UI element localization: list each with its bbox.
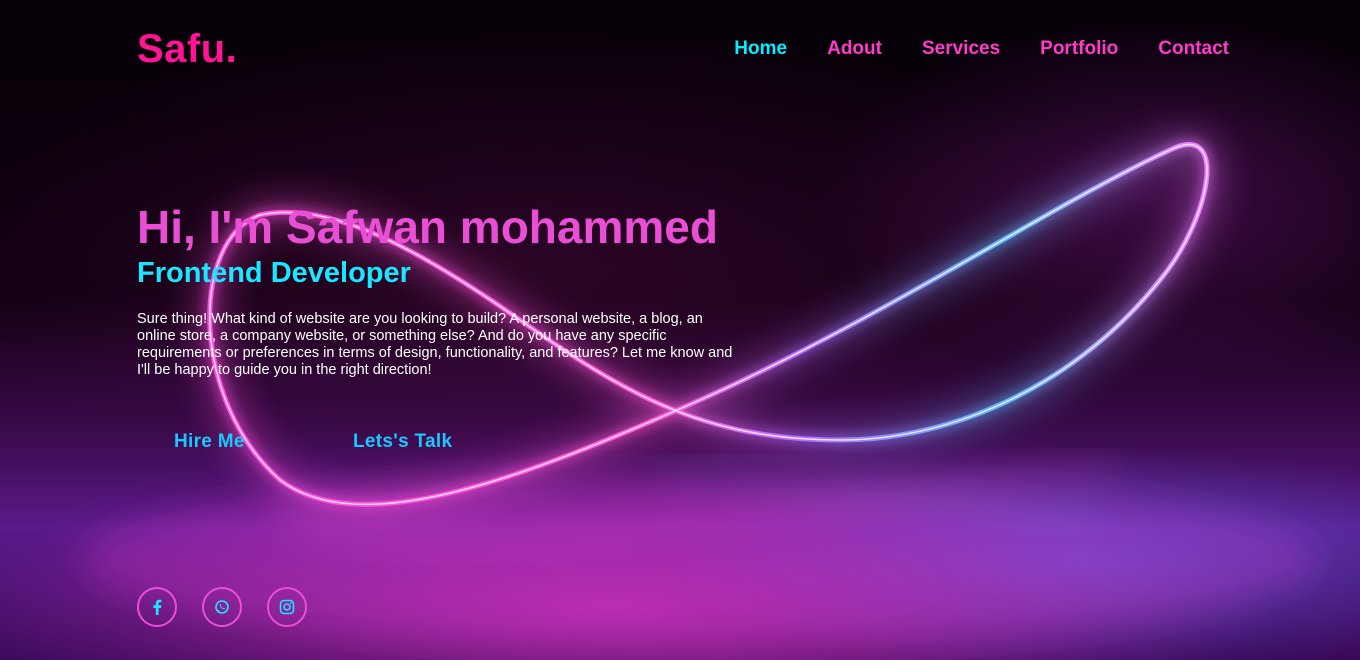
nav-contact-link[interactable]: Contact: [1158, 37, 1229, 61]
hero-title: Hi, I'm Safwan mohammed: [137, 201, 718, 253]
whatsapp-link[interactable]: [202, 587, 242, 627]
page: Safu. Home Adout Services Portfolio Cont…: [0, 0, 1360, 660]
facebook-link[interactable]: [137, 587, 177, 627]
site-logo[interactable]: Safu.: [137, 26, 237, 72]
instagram-link[interactable]: [267, 587, 307, 627]
lets-talk-button[interactable]: Lets's Talk: [353, 430, 452, 454]
nav-home-link[interactable]: Home: [734, 37, 787, 61]
instagram-icon: [279, 599, 295, 615]
facebook-icon: [153, 599, 162, 615]
nav-services-link[interactable]: Services: [922, 37, 1000, 61]
hire-me-button[interactable]: Hire Me: [174, 430, 245, 454]
hero-subtitle: Frontend Developer: [137, 257, 411, 289]
nav-portfolio-link[interactable]: Portfolio: [1040, 37, 1118, 61]
hero-description: Sure thing! What kind of website are you…: [137, 311, 733, 378]
whatsapp-icon: [215, 600, 229, 614]
main-nav: Home Adout Services Portfolio Contact: [734, 37, 1229, 61]
nav-about-link[interactable]: Adout: [827, 37, 882, 61]
